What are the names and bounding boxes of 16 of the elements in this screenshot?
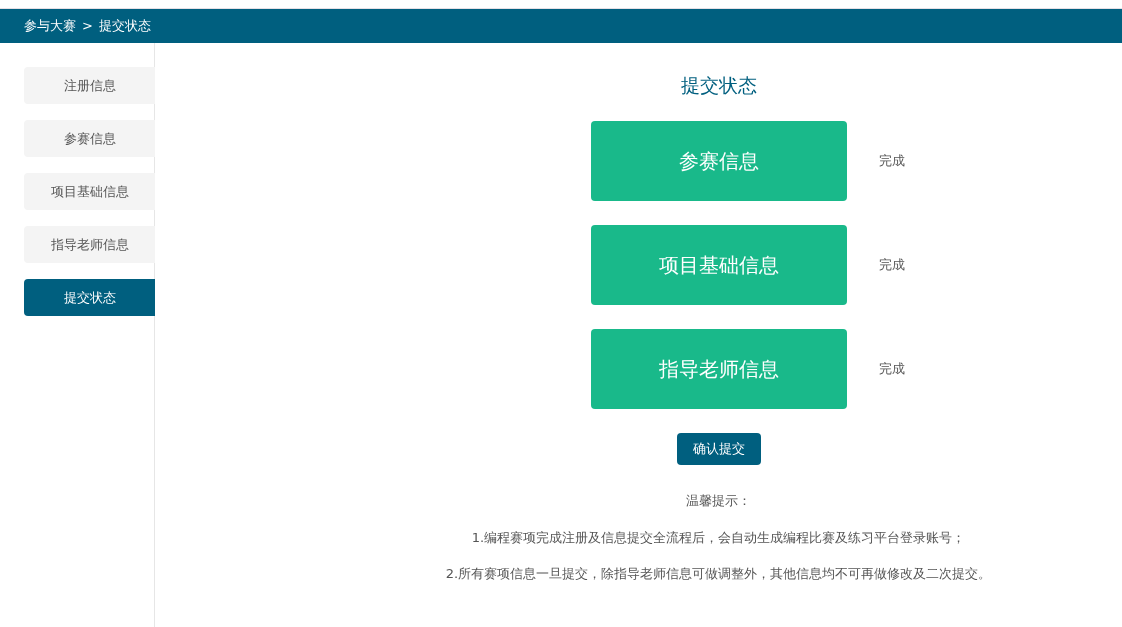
breadcrumb-link[interactable]: 参与大赛 xyxy=(24,16,76,36)
breadcrumb-current: 提交状态 xyxy=(98,17,151,36)
tip-text: 1.编程赛项完成注册及信息提交全流程后，会自动生成编程比赛及练习平台登录账号； xyxy=(471,528,966,547)
sidebar-item[interactable]: 提交状态 xyxy=(24,279,155,316)
tip-text: 2.所有赛项信息一旦提交，除指导老师信息可做调整外，其他信息均不可再做修改及二次提交。 xyxy=(445,565,992,583)
status-text: 完成 xyxy=(877,256,906,275)
sidebar-item[interactable]: 指导老师信息 xyxy=(24,226,155,263)
page-title: 提交状态 xyxy=(680,73,757,98)
breadcrumb-separator: > xyxy=(82,17,93,36)
sidebar-item[interactable]: 注册信息 xyxy=(24,67,155,104)
tips-heading: 温馨提示： xyxy=(686,492,751,510)
sidebar-item[interactable]: 参赛信息 xyxy=(24,120,155,157)
confirm-submit-button[interactable]: 确认提交 xyxy=(676,433,761,465)
sidebar-item[interactable]: 项目基础信息 xyxy=(24,173,155,210)
status-text: 完成 xyxy=(877,152,906,171)
status-text: 完成 xyxy=(877,360,906,379)
